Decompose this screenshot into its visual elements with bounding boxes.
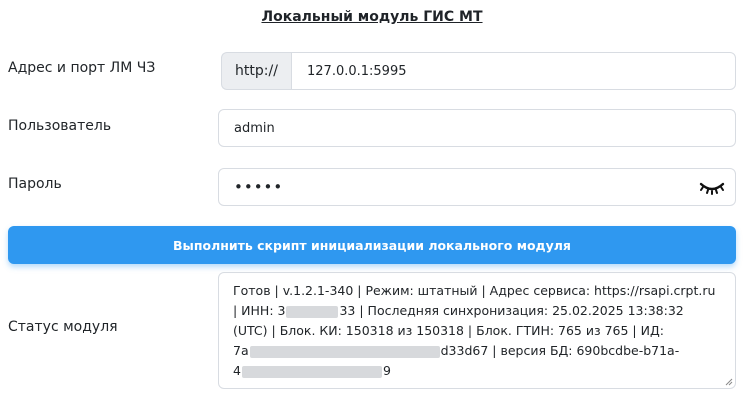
user-input[interactable]: admin xyxy=(218,109,736,147)
status-label: Статус модуля xyxy=(8,319,118,335)
address-prefix: http:// xyxy=(221,52,291,90)
status-line: Готов | v.1.2.1-340 | Режим: штатный | А… xyxy=(233,283,716,298)
user-label: Пользователь xyxy=(8,118,112,134)
redacted-db-version xyxy=(241,365,382,378)
address-label: Адрес и порт ЛМ ЧЗ xyxy=(8,60,156,76)
run-init-script-button[interactable]: Выполнить скрипт инициализации локальног… xyxy=(8,226,736,264)
status-textarea[interactable]: Готов | v.1.2.1-340 | Режим: штатный | А… xyxy=(218,272,736,389)
status-line: 7a d33d67 | версия БД: 690bcdbe-b71a- xyxy=(233,343,680,358)
status-line: | ИНН: 3 33 | Последняя синхронизация: 25… xyxy=(233,303,684,318)
redacted-id xyxy=(249,345,440,358)
password-label: Пароль xyxy=(8,176,62,192)
eye-closed-icon[interactable] xyxy=(699,178,725,198)
status-line: 49 xyxy=(233,363,391,378)
password-input[interactable]: ••••• xyxy=(218,168,736,206)
address-input[interactable]: 127.0.0.1:5995 xyxy=(291,52,736,90)
redacted-inn xyxy=(286,305,339,318)
password-value: ••••• xyxy=(234,178,284,196)
status-line: (UTC) | Блок. КИ: 150318 из 150318 | Бло… xyxy=(233,323,664,338)
resize-handle-icon[interactable] xyxy=(725,378,733,386)
page-title: Локальный модуль ГИС МТ xyxy=(261,9,483,25)
